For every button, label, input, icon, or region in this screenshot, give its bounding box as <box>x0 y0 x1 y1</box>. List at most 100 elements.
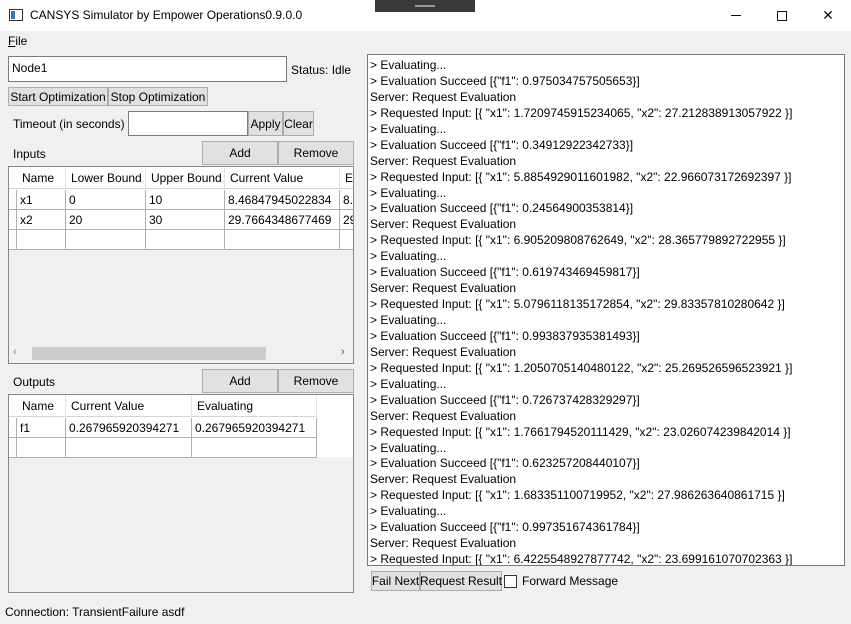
log-line: Server: Request Evaluation <box>370 89 517 104</box>
forward-message-label: Forward Message <box>522 574 619 588</box>
log-line: > Requested Input: [{ "x1": 6.4225548927… <box>370 552 793 566</box>
log-output[interactable]: > Evaluating... > Evaluation Succeed [{"f… <box>367 54 845 566</box>
stop-optimization-button[interactable]: Stop Optimization <box>108 87 208 106</box>
inputs-grid[interactable]: Name Lower Bound Upper Bound Current Val… <box>8 166 354 364</box>
node-name-field[interactable]: Node1 <box>8 56 287 82</box>
inputs-col-upper-bound[interactable]: Upper Bound <box>146 167 225 189</box>
scrollbar-thumb[interactable] <box>32 347 266 360</box>
app-window-icon <box>9 9 23 21</box>
scroll-right-arrow-icon[interactable]: › <box>341 346 345 358</box>
table-cell[interactable]: x1 <box>17 190 66 210</box>
table-cell[interactable]: 0.267965920394271 <box>66 418 192 438</box>
table-cell[interactable]: 8.4 <box>340 190 353 210</box>
inputs-remove-button[interactable]: Remove <box>278 141 354 165</box>
log-line: > Evaluating... <box>370 440 447 455</box>
table-cell[interactable]: 10 <box>146 190 225 210</box>
table-row-header <box>9 210 17 230</box>
log-line: > Requested Input: [{ "x1": 1.6833511007… <box>370 488 785 503</box>
log-line: > Evaluation Succeed [{"f1": 0.349129223… <box>370 137 634 152</box>
inputs-label: Inputs <box>13 147 46 161</box>
log-line: > Requested Input: [{ "x1": 1.7209745915… <box>370 105 793 120</box>
log-line: > Evaluating... <box>370 313 447 327</box>
connection-status: Connection: TransientFailure asdf <box>5 605 185 619</box>
table-row-header <box>9 230 17 250</box>
table-new-row-cell[interactable] <box>66 230 146 250</box>
menu-bar <box>0 31 851 51</box>
drag-handle[interactable] <box>375 0 475 12</box>
log-line: > Evaluation Succeed [{"f1": 0.623257208… <box>370 456 640 471</box>
table-new-row-cell[interactable] <box>146 230 225 250</box>
timeout-field[interactable] <box>128 111 248 136</box>
request-result-button[interactable]: Request Result <box>420 571 502 591</box>
scroll-left-arrow-icon[interactable]: ‹ <box>13 346 17 358</box>
log-line: > Evaluating... <box>370 185 447 200</box>
menu-file[interactable]: File <box>8 34 27 48</box>
outputs-grid[interactable]: Name Current Value Evaluating f1 0.26796… <box>8 394 354 593</box>
log-line: Server: Request Evaluation <box>370 472 517 487</box>
outputs-col-name[interactable]: Name <box>17 395 66 417</box>
log-line: > Evaluation Succeed [{"f1": 0.997351674… <box>370 520 640 535</box>
table-row-header <box>9 438 17 458</box>
table-cell[interactable]: 29 <box>340 210 353 230</box>
inputs-add-button[interactable]: Add <box>202 141 278 165</box>
table-cell[interactable]: 30 <box>146 210 225 230</box>
table-cell[interactable]: 0.267965920394271 <box>192 418 317 438</box>
log-line: > Evaluation Succeed [{"f1": 0.975034757… <box>370 73 640 88</box>
close-button[interactable]: ✕ <box>805 0 851 31</box>
log-lines: > Evaluating... > Evaluation Succeed [{"f… <box>370 57 840 566</box>
table-new-row-cell[interactable] <box>66 438 192 458</box>
inputs-col-current-value[interactable]: Current Value <box>225 167 340 189</box>
log-line: Server: Request Evaluation <box>370 536 517 551</box>
log-line: Server: Request Evaluation <box>370 153 517 168</box>
log-line: > Evaluation Succeed [{"f1": 0.726737428… <box>370 392 640 407</box>
fail-next-button[interactable]: Fail Next <box>371 571 420 591</box>
inputs-col-name[interactable]: Name <box>17 167 66 189</box>
table-row-header <box>9 418 17 438</box>
table-new-row-cell[interactable] <box>225 230 340 250</box>
table-cell[interactable]: 29.7664348677469 <box>225 210 340 230</box>
minimize-icon <box>731 15 741 16</box>
log-line: > Evaluation Succeed [{"f1": 0.619743469… <box>370 265 640 280</box>
log-line: Server: Request Evaluation <box>370 408 517 423</box>
log-line: > Evaluation Succeed [{"f1": 0.245649003… <box>370 201 634 216</box>
outputs-label: Outputs <box>13 375 56 389</box>
log-line: > Evaluating... <box>370 249 447 264</box>
status-label: Status: Idle <box>291 63 352 77</box>
outputs-add-button[interactable]: Add <box>202 369 278 393</box>
log-line: Server: Request Evaluation <box>370 217 517 232</box>
outputs-remove-button[interactable]: Remove <box>278 369 354 393</box>
log-line: > Evaluating... <box>370 121 447 136</box>
table-cell[interactable]: x2 <box>17 210 66 230</box>
inputs-horizontal-scrollbar[interactable]: ‹ › <box>10 345 353 362</box>
outputs-col-current-value[interactable]: Current Value <box>66 395 192 417</box>
inputs-grid-body: Name Lower Bound Upper Bound Current Val… <box>9 167 353 250</box>
apply-button[interactable]: Apply <box>248 111 283 136</box>
forward-message-checkbox[interactable] <box>504 575 517 588</box>
inputs-col-evaluating[interactable]: Ev <box>340 167 353 189</box>
log-line: Server: Request Evaluation <box>370 281 517 296</box>
table-new-row-cell[interactable] <box>17 438 66 458</box>
start-optimization-button[interactable]: Start Optimization <box>8 87 108 106</box>
log-line: > Evaluating... <box>370 376 447 391</box>
table-new-row-cell[interactable] <box>340 230 353 250</box>
log-line: > Evaluating... <box>370 58 447 72</box>
inputs-col-lower-bound[interactable]: Lower Bound <box>66 167 146 189</box>
clear-button[interactable]: Clear <box>283 111 314 136</box>
log-line: > Evaluating... <box>370 504 447 519</box>
maximize-button[interactable] <box>759 0 805 31</box>
minimize-button[interactable] <box>713 0 759 31</box>
table-cell[interactable]: 8.46847945022834 <box>225 190 340 210</box>
timeout-label: Timeout (in seconds) <box>13 117 125 131</box>
table-cell[interactable]: f1 <box>17 418 66 438</box>
table-cell[interactable]: 0 <box>66 190 146 210</box>
outputs-col-evaluating[interactable]: Evaluating <box>192 395 317 417</box>
table-cell[interactable]: 20 <box>66 210 146 230</box>
log-line: > Requested Input: [{ "x1": 5.8854929011… <box>370 169 792 184</box>
log-line: > Requested Input: [{ "x1": 1.7661794520… <box>370 424 791 439</box>
outputs-grid-body: Name Current Value Evaluating f1 0.26796… <box>9 395 353 458</box>
table-new-row-cell[interactable] <box>17 230 66 250</box>
menu-file-label: ile <box>15 34 28 48</box>
table-new-row-cell[interactable] <box>192 438 317 458</box>
log-line: > Requested Input: [{ "x1": 6.9052098087… <box>370 233 786 248</box>
log-line: Server: Request Evaluation <box>370 344 517 359</box>
